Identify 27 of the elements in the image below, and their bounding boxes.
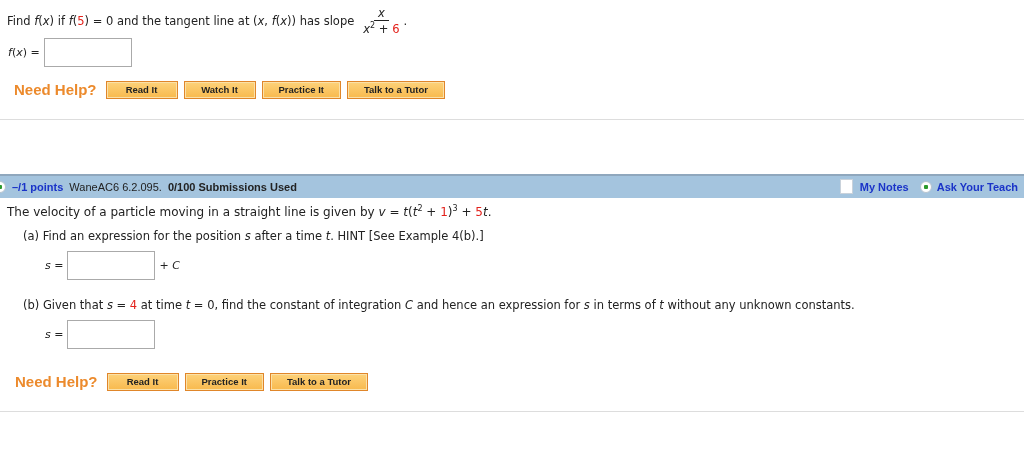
plus-icon[interactable]	[919, 180, 932, 193]
help-button[interactable]: Practice It	[184, 372, 264, 391]
question-source: WaneAC6 6.2.095.	[69, 180, 162, 193]
answer-field[interactable]	[67, 319, 156, 349]
help-button[interactable]: Read It	[106, 372, 179, 391]
header-link[interactable]: Ask Your Teach	[936, 180, 1018, 193]
need-help-label: Need Help?	[14, 81, 97, 99]
help-button[interactable]: Practice It	[261, 80, 341, 99]
question-text: (a) Find an expression for the position s after a time t. HINT [See Example 4(b).]	[23, 228, 485, 243]
points-label: –/1 points	[12, 180, 64, 193]
submissions-count: 0/100 Submissions Used	[167, 180, 297, 193]
help-button[interactable]: Talk to a Tutor	[346, 80, 445, 99]
answer-label: s =	[45, 258, 64, 272]
answer-label: f(x) =	[8, 45, 40, 59]
need-help-label: Need Help?	[15, 373, 98, 391]
question-text: Find f(x) if f(5) = 0 and the tangent line at (x, f(x)) has slope x x$^{2}$ + 6 .	[6, 5, 409, 36]
header-link[interactable]: My Notes	[859, 180, 909, 193]
answer-field[interactable]	[67, 250, 156, 280]
question-text: (b) Given that s = 4 at time t = 0, find the constant of integration C and hence an expression for s in terms of t without any unknown constants.	[23, 297, 856, 312]
answer-field[interactable]	[43, 37, 132, 67]
question-text: The velocity of a particle moving in a straight line is given by v = t(t$^{2}$ + 1)$^{3}$ + 5t.	[7, 203, 493, 219]
help-button[interactable]: Watch It	[183, 80, 256, 99]
help-button[interactable]: Talk to a Tutor	[269, 372, 368, 391]
note-icon[interactable]	[839, 179, 853, 195]
help-button[interactable]: Read It	[105, 80, 178, 99]
answer-label: s =	[45, 327, 64, 341]
answer-suffix: + C	[159, 258, 180, 272]
